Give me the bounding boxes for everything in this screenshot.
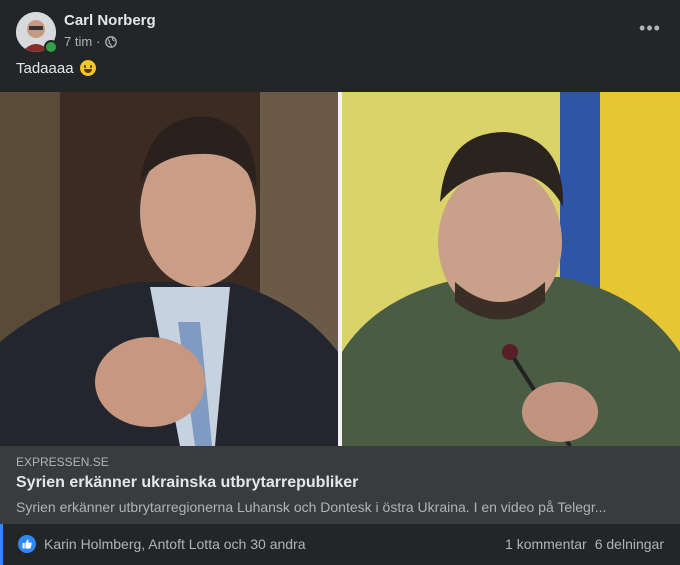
- link-preview[interactable]: EXPRESSEN.SE Syrien erkänner ukrainska u…: [0, 446, 680, 524]
- online-status-dot: [44, 40, 58, 54]
- more-options-button[interactable]: •••: [636, 18, 664, 42]
- post-card: Carl Norberg 7 tim · ••• Tadaaaa EXPRESS…: [0, 0, 680, 565]
- shares-count[interactable]: 6 delningar: [595, 536, 664, 552]
- link-domain: EXPRESSEN.SE: [16, 455, 109, 469]
- link-title[interactable]: Syrien erkänner ukrainska utbrytarrepubl…: [16, 474, 358, 492]
- post-text-content: Tadaaaa: [16, 60, 74, 77]
- grinning-face-icon: [79, 60, 96, 76]
- reactions-bar: Karin Holmberg, Antoft Lotta och 30 andr…: [0, 524, 680, 565]
- post-text: Tadaaaa: [16, 60, 96, 77]
- like-icon[interactable]: [18, 535, 36, 553]
- author-name[interactable]: Carl Norberg: [64, 12, 156, 29]
- link-description: Syrien erkänner utbrytarregionerna Luhan…: [16, 499, 607, 515]
- post-meta: 7 tim ·: [64, 34, 117, 49]
- accent-bar: [0, 524, 3, 565]
- link-image[interactable]: [0, 92, 680, 446]
- globe-icon[interactable]: [104, 35, 117, 48]
- comments-count[interactable]: 1 kommentar: [505, 536, 587, 552]
- post-header: Carl Norberg 7 tim · •••: [16, 12, 664, 54]
- meta-separator: ·: [96, 34, 101, 49]
- reactors-text[interactable]: Karin Holmberg, Antoft Lotta och 30 andr…: [44, 536, 306, 552]
- post-stats: 1 kommentar 6 delningar: [505, 536, 664, 552]
- post-time[interactable]: 7 tim: [64, 34, 92, 49]
